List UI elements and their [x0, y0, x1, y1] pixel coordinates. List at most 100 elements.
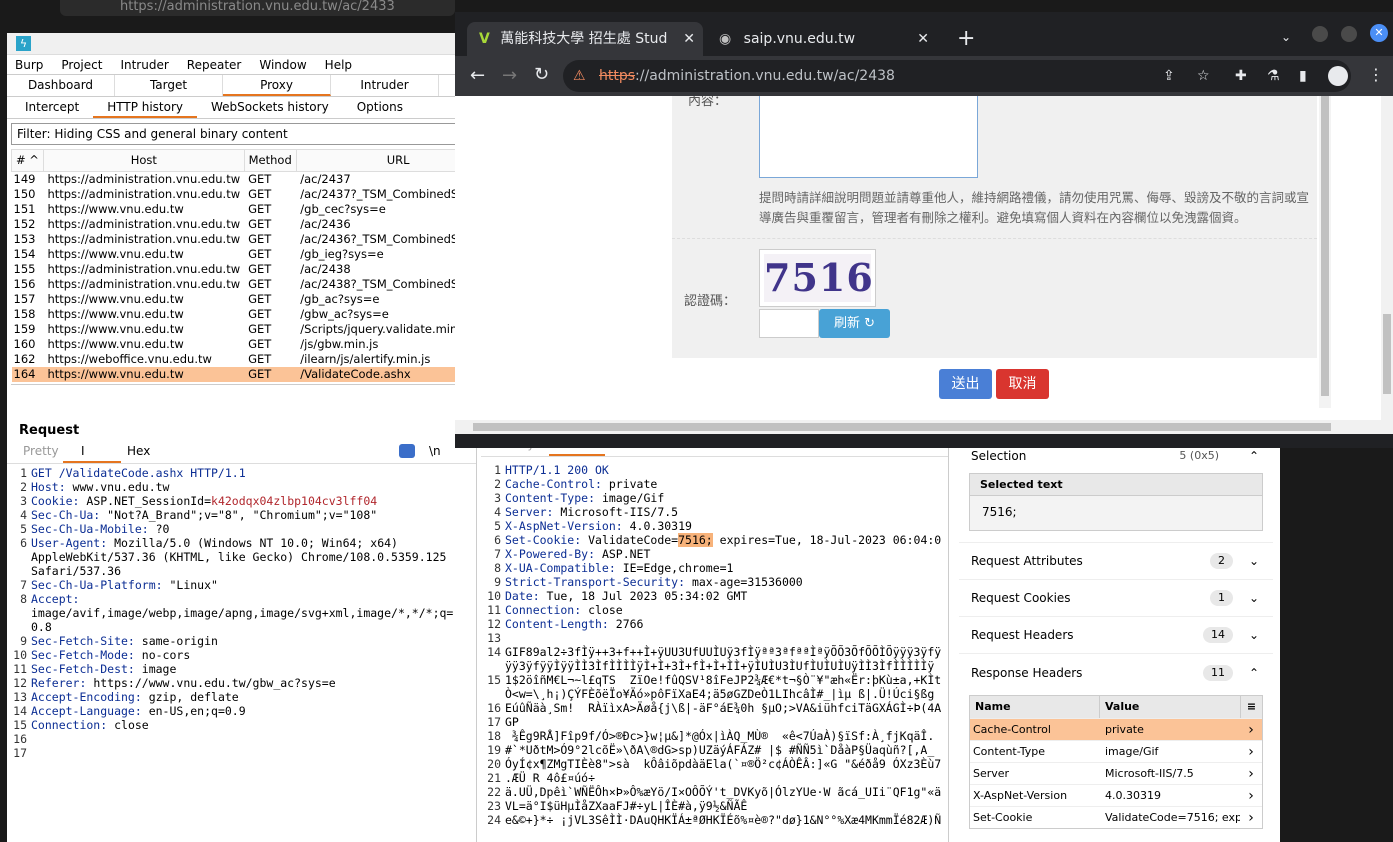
share-icon[interactable]: ⇪: [1163, 60, 1175, 92]
tab-target[interactable]: Target: [115, 75, 223, 96]
maximize-button[interactable]: [1341, 26, 1357, 42]
tab-dashboard[interactable]: Dashboard: [7, 75, 115, 96]
labs-icon[interactable]: ⚗: [1267, 60, 1280, 92]
refresh-captcha-button[interactable]: 刷新 ↻: [819, 309, 890, 338]
subtab-websockets-history[interactable]: WebSockets history: [197, 97, 343, 118]
tab-pretty[interactable]: Pretty: [17, 444, 63, 463]
row-method: GET: [248, 277, 272, 291]
header-value: private: [601, 477, 658, 491]
close-window-button[interactable]: ✕: [1370, 24, 1388, 42]
code-line: 15 Connection: close: [11, 718, 467, 732]
omnibox[interactable]: ⚠ https://administration.vnu.edu.tw/ac/2…: [563, 60, 1351, 92]
inner-scrollbar[interactable]: [1319, 96, 1331, 408]
table-row[interactable]: 159 https://www.vnu.edu.tw GET/Scripts/jqu…: [12, 322, 501, 337]
row-number: 156: [13, 277, 36, 291]
col-number-header[interactable]: # ^: [11, 149, 44, 172]
table-settings-icon[interactable]: ≡: [1240, 696, 1262, 718]
table-row[interactable]: 162 https://weboffice.vnu.edu.tw GET/ilear…: [12, 352, 501, 367]
menu-intruder[interactable]: Intruder: [120, 58, 168, 72]
response-editor[interactable]: 1 HTTP/1.1 200 OK 2 Cache-Control: private 3…: [481, 461, 948, 827]
menu-window[interactable]: Window: [259, 58, 306, 72]
code-line: 12 Referer: https://www.vnu.edu.tw/gbw_ac…: [11, 676, 467, 690]
table-row[interactable]: 149 https://administration.vnu.edu.tw GET /…: [12, 172, 501, 188]
code-line: 3 Content-Type: image/Gif: [485, 491, 947, 505]
submit-button[interactable]: 送出: [939, 369, 992, 399]
code-line: 7 Sec-Ch-Ua-Platform: "Linux": [11, 578, 467, 592]
row-number: 153: [13, 232, 36, 246]
header-value: Ò<w=\¸h¡)ÇÝFÈõëÏo¥Äó»pôFïXaE4;ä5øGZDeÒ1L…: [505, 687, 935, 701]
content-textarea[interactable]: [759, 96, 978, 178]
profile-avatar-icon[interactable]: [1328, 66, 1348, 86]
horizontal-scrollbar[interactable]: [455, 420, 1381, 434]
header-value: Microsoft-IIS/7.5: [553, 505, 679, 519]
subtab-intercept[interactable]: Intercept: [11, 97, 93, 118]
table-row[interactable]: 164 https://www.vnu.edu.tw GET/ValidateCod…: [11, 367, 501, 382]
request-title: Request: [19, 423, 80, 438]
section-request-headers[interactable]: Request Headers 14 ⌄: [959, 617, 1273, 654]
reload-icon[interactable]: ↻: [534, 64, 549, 85]
table-row[interactable]: 155 https://administration.vnu.edu.tw GET /…: [12, 262, 501, 277]
side-panel-icon[interactable]: ▮: [1299, 60, 1307, 92]
col-host-header[interactable]: Host: [42, 149, 245, 172]
subtab-http-history[interactable]: HTTP history: [93, 97, 198, 118]
new-tab-button[interactable]: +: [957, 26, 975, 51]
col-value[interactable]: Value: [1100, 696, 1240, 718]
right-scrollbar[interactable]: [1381, 96, 1393, 434]
header-row[interactable]: Content-Type image/Gif ›: [970, 740, 1262, 762]
section-response-headers[interactable]: Response Headers 11 ⌃: [959, 654, 1273, 691]
section-request-cookies[interactable]: Request Cookies 1 ⌄: [959, 580, 1273, 617]
table-row[interactable]: 156 https://administration.vnu.edu.tw GET /…: [12, 277, 501, 292]
table-row[interactable]: 151 https://www.vnu.edu.tw GET/gb_cec?sys=…: [12, 202, 501, 217]
captcha-input[interactable]: [759, 309, 819, 338]
code-line: Safari/537.36: [11, 564, 467, 578]
table-row[interactable]: 158 https://www.vnu.edu.tw GET/gbw_ac?sys=…: [12, 307, 501, 322]
header-row[interactable]: X-AspNet-Version 4.0.30319 ›: [970, 784, 1262, 806]
table-row[interactable]: 154 https://www.vnu.edu.tw GET/gb_ieg?sys=…: [12, 247, 501, 262]
table-row[interactable]: 160 https://www.vnu.edu.tw GET/js/gbw.min.…: [12, 337, 501, 352]
col-method-header[interactable]: Method: [243, 149, 297, 172]
menu-kebab-icon[interactable]: ⋮: [1368, 65, 1384, 84]
menu-help[interactable]: Help: [325, 58, 352, 72]
close-tab-icon[interactable]: ✕: [917, 22, 929, 56]
tab-raw[interactable]: I: [63, 444, 121, 463]
row-number: 155: [13, 262, 36, 276]
code-line: 9 Strict-Transport-Security: max-age=3153…: [485, 575, 947, 589]
table-row[interactable]: 152 https://administration.vnu.edu.tw GET /…: [12, 217, 501, 232]
wrap-lines-icon[interactable]: [399, 444, 415, 458]
section-request-attributes[interactable]: Request Attributes 2 ⌄: [959, 543, 1273, 580]
back-icon[interactable]: ←: [470, 65, 485, 86]
menu-burp[interactable]: Burp: [15, 58, 43, 72]
header-row[interactable]: Server Microsoft-IIS/7.5 ›: [970, 762, 1262, 784]
request-editor[interactable]: 1 GET /ValidateCode.ashx HTTP/1.1 2 Host: w…: [7, 464, 476, 760]
header-value-tail: expires=Tue, 18-Jul-2023 06:04:0: [712, 533, 942, 547]
subtab-options[interactable]: Options: [343, 97, 417, 118]
header-row[interactable]: Set-Cookie ValidateCode=7516; exp... ›: [970, 806, 1262, 828]
not-secure-icon[interactable]: ⚠: [573, 60, 586, 92]
minimize-button[interactable]: [1312, 26, 1328, 42]
tab-intruder[interactable]: Intruder: [331, 75, 439, 96]
tab-hex[interactable]: Hex: [121, 444, 150, 463]
tab-active[interactable]: V 萬能科技大學 招生處 Stud ✕: [467, 22, 703, 56]
menu-repeater[interactable]: Repeater: [187, 58, 242, 72]
close-tab-icon[interactable]: ✕: [683, 22, 695, 56]
newline-toggle[interactable]: \n: [429, 444, 441, 458]
header-row[interactable]: Cache-Control private ›: [970, 718, 1262, 740]
tab-proxy[interactable]: Proxy: [223, 75, 331, 96]
col-name[interactable]: Name: [970, 696, 1100, 718]
extensions-icon[interactable]: ✚: [1235, 60, 1247, 92]
table-row[interactable]: 150 https://administration.vnu.edu.tw GET /…: [12, 187, 501, 202]
tab-search-chevron-icon[interactable]: ⌄: [1281, 30, 1291, 44]
menu-project[interactable]: Project: [61, 58, 102, 72]
table-row[interactable]: 153 https://administration.vnu.edu.tw GET /…: [12, 232, 501, 247]
line-number: 22: [487, 785, 501, 799]
cancel-button[interactable]: 取消: [996, 369, 1049, 399]
line-number: 19: [487, 743, 501, 757]
captcha-image: 7516: [759, 249, 876, 307]
tab-saip[interactable]: ◉ saip.vnu.edu.tw ✕: [707, 22, 943, 56]
notice-text: 提問時請詳細說明問題並請尊重他人，維持網路禮儀，請勿使用咒罵、侮辱、毀謗及不敬的…: [759, 190, 1310, 225]
header-value: ä.UÜ,Dpêì`WÑËÔh×Þ»Ô%æYö/I×OÔÕÝ't_DVKyõ|Ó…: [505, 785, 942, 799]
table-row[interactable]: 157 https://www.vnu.edu.tw GET/gb_ac?sys=e: [12, 292, 501, 307]
row-host: https://administration.vnu.edu.tw: [47, 172, 241, 186]
bookmark-star-icon[interactable]: ☆: [1197, 60, 1210, 92]
forward-icon[interactable]: →: [502, 65, 517, 86]
